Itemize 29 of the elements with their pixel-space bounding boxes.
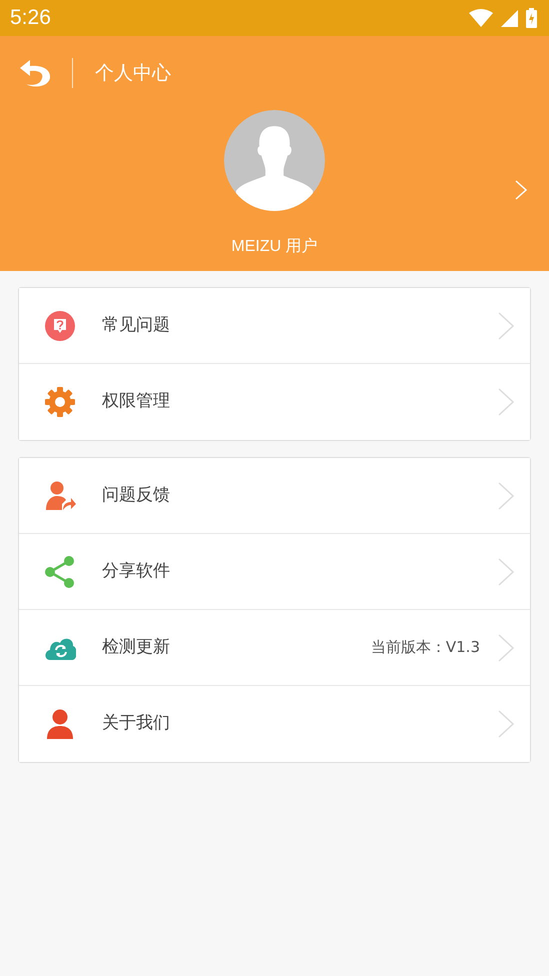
- chevron-right-icon: [498, 312, 514, 340]
- menu-label: 常见问题: [102, 314, 171, 337]
- menu-label: 分享软件: [102, 560, 171, 583]
- page-title: 个人中心: [95, 60, 171, 86]
- back-icon[interactable]: [18, 58, 52, 88]
- chevron-right-icon: [498, 558, 514, 586]
- menu-item[interactable]: 问题反馈: [19, 458, 530, 534]
- chevron-right-icon[interactable]: [515, 180, 527, 200]
- signal-icon: [501, 10, 518, 26]
- menu-label: 关于我们: [102, 712, 171, 736]
- version-text: 当前版本：V1.3: [370, 637, 480, 658]
- user-name: MEIZU 用户: [231, 236, 318, 257]
- menu-label: 检测更新: [102, 636, 171, 659]
- menu-item[interactable]: 常见问题: [19, 288, 530, 364]
- chevron-right-icon: [498, 388, 514, 416]
- chat-question-icon: [44, 310, 76, 342]
- share-icon: [44, 556, 76, 588]
- menu-label: 问题反馈: [102, 484, 171, 507]
- chevron-right-icon: [498, 634, 514, 662]
- avatar[interactable]: [224, 110, 325, 211]
- status-time: 5:26: [10, 5, 51, 32]
- person-arrow-icon: [44, 480, 76, 512]
- chevron-right-icon: [498, 710, 514, 738]
- gear-icon: [44, 386, 76, 418]
- chevron-right-icon: [498, 482, 514, 510]
- person-icon: [44, 708, 76, 740]
- battery-icon: [526, 8, 537, 28]
- wifi-icon: [469, 9, 493, 27]
- menu-label: 权限管理: [102, 390, 171, 414]
